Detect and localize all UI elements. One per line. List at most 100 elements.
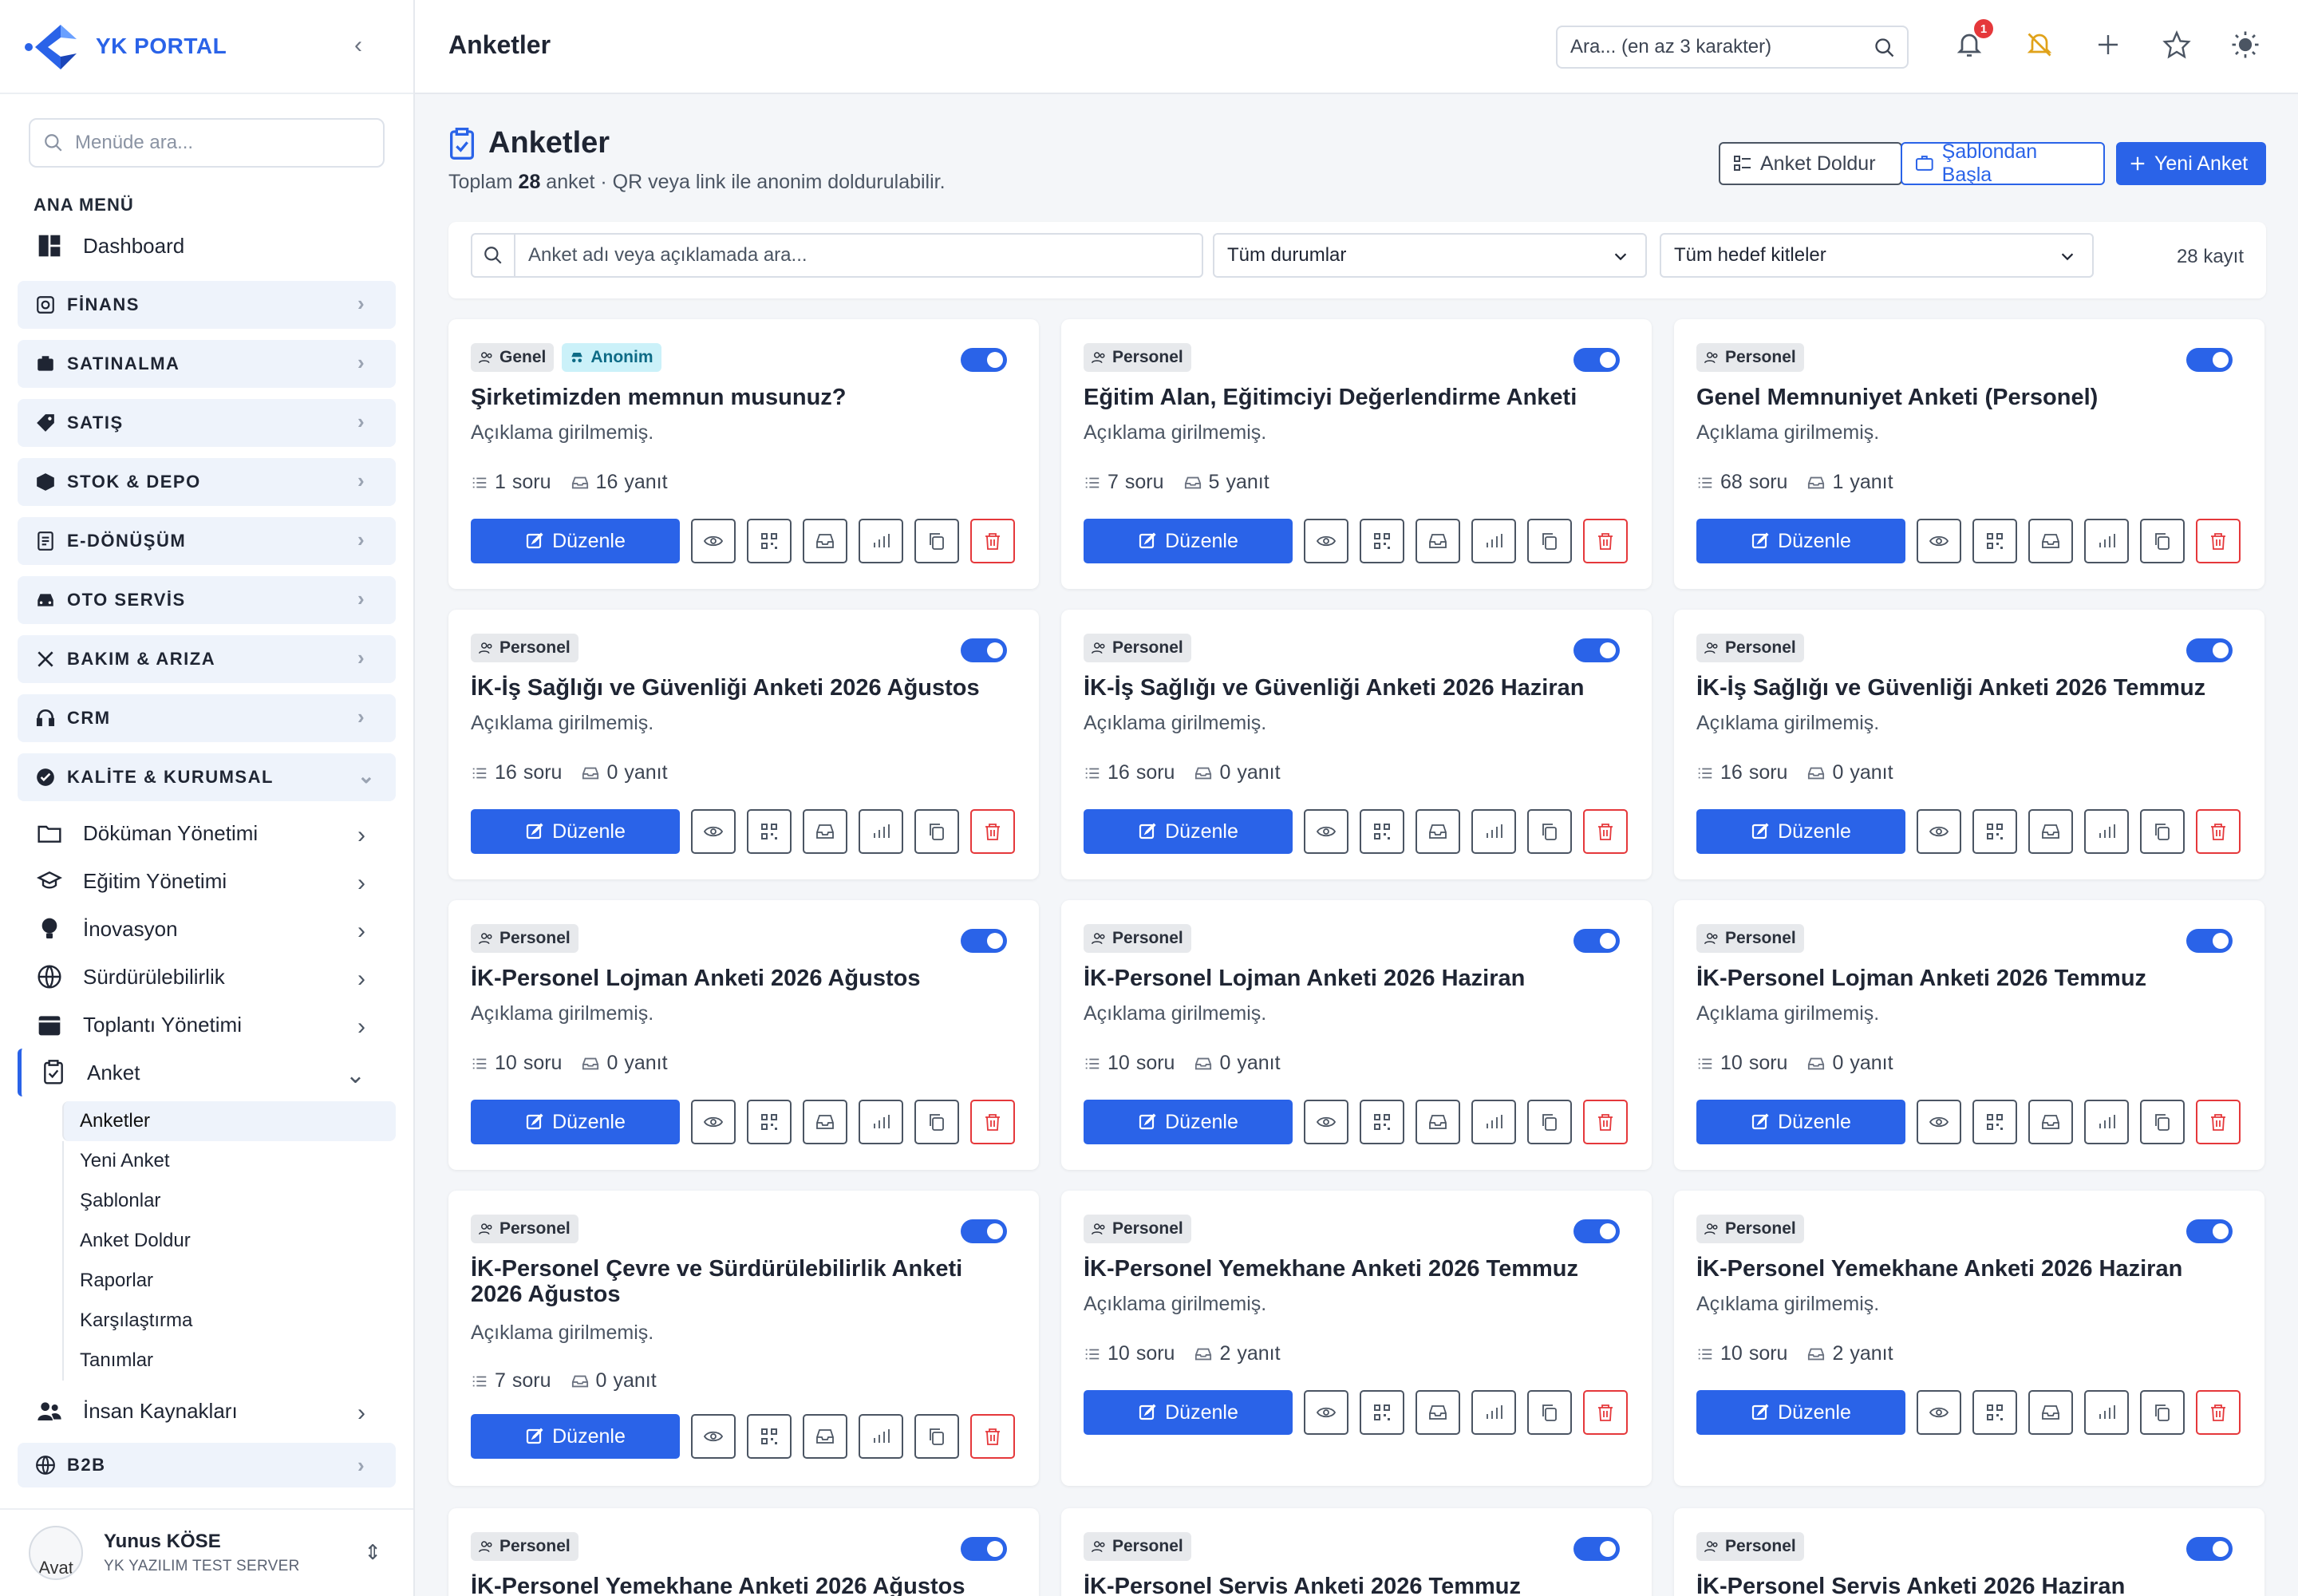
report-button[interactable] [1471, 1100, 1516, 1144]
preview-button[interactable] [691, 1100, 736, 1144]
duplicate-button[interactable] [1527, 809, 1572, 854]
report-button[interactable] [859, 809, 903, 854]
responses-button[interactable] [2028, 1390, 2073, 1435]
survey-title[interactable]: İK-Personel Çevre ve Sürdürülebilirlik A… [471, 1256, 1017, 1307]
survey-title[interactable]: İK-İş Sağlığı ve Güvenliği Anketi 2026 H… [1084, 675, 1629, 701]
delete-button[interactable] [1583, 519, 1628, 563]
survey-title[interactable]: İK-Personel Lojman Anketi 2026 Temmuz [1696, 966, 2242, 991]
qr-code-button[interactable] [1972, 809, 2017, 854]
collapse-sidebar-icon[interactable]: ‹ [354, 34, 377, 57]
active-toggle[interactable] [2186, 348, 2233, 372]
report-button[interactable] [859, 1414, 903, 1459]
preview-button[interactable] [691, 519, 736, 563]
report-button[interactable] [859, 1100, 903, 1144]
delete-button[interactable] [970, 519, 1015, 563]
active-toggle[interactable] [961, 1219, 1007, 1243]
sidebar-group-kalite-kurumsal[interactable]: KALİTE & KURUMSAL ⌄ [18, 753, 396, 801]
active-toggle[interactable] [1573, 929, 1620, 953]
theme-toggle-button[interactable] [2231, 30, 2263, 62]
survey-title[interactable]: İK-Personel Yemekhane Anketi 2026 Hazira… [1696, 1256, 2242, 1282]
active-toggle[interactable] [1573, 348, 1620, 372]
duplicate-button[interactable] [2140, 1390, 2185, 1435]
active-toggle[interactable] [1573, 1537, 1620, 1561]
sidebar-group-finans[interactable]: FİNANS › [18, 281, 396, 329]
preview-button[interactable] [1304, 1390, 1348, 1435]
qr-code-button[interactable] [747, 1100, 792, 1144]
sidebar-group-crm[interactable]: CRM › [18, 694, 396, 742]
responses-button[interactable] [803, 519, 847, 563]
sidebar-group-satinalma[interactable]: SATINALMA › [18, 340, 396, 388]
audience-select[interactable]: Tüm hedef kitleler [1660, 233, 2094, 278]
delete-button[interactable] [970, 809, 1015, 854]
survey-title[interactable]: İK-Personel Lojman Anketi 2026 Haziran [1084, 966, 1629, 991]
duplicate-button[interactable] [914, 1414, 959, 1459]
qr-code-button[interactable] [1360, 809, 1404, 854]
report-button[interactable] [1471, 519, 1516, 563]
qr-code-button[interactable] [747, 809, 792, 854]
preview-button[interactable] [691, 809, 736, 854]
global-search-input[interactable]: Ara... (en az 3 karakter) [1556, 26, 1909, 69]
edit-button[interactable]: Düzenle [1696, 519, 1905, 563]
responses-button[interactable] [2028, 809, 2073, 854]
notification-bell[interactable]: 1 [1955, 19, 1993, 62]
duplicate-button[interactable] [914, 809, 959, 854]
sidebar-item-dashboard[interactable]: Dashboard [18, 222, 396, 270]
menu-search-input[interactable]: Menüde ara... [29, 118, 385, 168]
survey-search-input[interactable]: Anket adı veya açıklamada ara... [471, 233, 1203, 278]
active-toggle[interactable] [961, 929, 1007, 953]
qr-code-button[interactable] [747, 1414, 792, 1459]
preview-button[interactable] [1917, 1100, 1961, 1144]
survey-title[interactable]: Eğitim Alan, Eğitimciyi Değerlendirme An… [1084, 385, 1629, 410]
sidebar-group-b2b[interactable]: B2B › [18, 1443, 396, 1487]
responses-button[interactable] [1416, 1390, 1460, 1435]
edit-button[interactable]: Düzenle [1696, 1390, 1905, 1435]
duplicate-button[interactable] [1527, 1100, 1572, 1144]
favorites-button[interactable] [2162, 30, 2194, 62]
qr-code-button[interactable] [1972, 1100, 2017, 1144]
edit-button[interactable]: Düzenle [1084, 519, 1293, 563]
survey-title[interactable]: Genel Memnuniyet Anketi (Personel) [1696, 385, 2242, 410]
edit-button[interactable]: Düzenle [471, 1414, 680, 1459]
sidebar-item-toplanti[interactable]: Toplantı Yönetimi › [18, 1001, 396, 1049]
preview-button[interactable] [691, 1414, 736, 1459]
responses-button[interactable] [1416, 1100, 1460, 1144]
responses-button[interactable] [1416, 809, 1460, 854]
sidebar-subitem-karsilastirma[interactable]: Karşılaştırma [62, 1301, 396, 1341]
active-toggle[interactable] [2186, 1219, 2233, 1243]
delete-button[interactable] [1583, 1100, 1628, 1144]
active-toggle[interactable] [961, 638, 1007, 662]
add-button[interactable] [2094, 30, 2126, 62]
report-button[interactable] [859, 519, 903, 563]
edit-button[interactable]: Düzenle [1696, 809, 1905, 854]
edit-button[interactable]: Düzenle [1084, 809, 1293, 854]
duplicate-button[interactable] [2140, 1100, 2185, 1144]
edit-button[interactable]: Düzenle [1084, 1100, 1293, 1144]
delete-button[interactable] [2196, 809, 2241, 854]
edit-button[interactable]: Düzenle [1084, 1390, 1293, 1435]
survey-title[interactable]: İK-Personel Servis Anketi 2026 Temmuz [1084, 1574, 1629, 1596]
edit-button[interactable]: Düzenle [471, 519, 680, 563]
duplicate-button[interactable] [914, 1100, 959, 1144]
delete-button[interactable] [2196, 1390, 2241, 1435]
user-profile[interactable]: Avat Yunus KÖSE YK YAZILIM TEST SERVER ⇕ [0, 1508, 413, 1596]
search-icon[interactable] [1874, 37, 1896, 59]
sidebar-group-bakim-ariza[interactable]: BAKIM & ARIZA › [18, 635, 396, 683]
status-select[interactable]: Tüm durumlar [1213, 233, 1647, 278]
survey-title[interactable]: İK-Personel Yemekhane Anketi 2026 Temmuz [1084, 1256, 1629, 1282]
qr-code-button[interactable] [747, 519, 792, 563]
new-survey-button[interactable]: Yeni Anket [2116, 142, 2266, 185]
responses-button[interactable] [1416, 519, 1460, 563]
sidebar-group-oto-servis[interactable]: OTO SERVİS › [18, 576, 396, 624]
active-toggle[interactable] [2186, 1537, 2233, 1561]
report-button[interactable] [2084, 519, 2129, 563]
sidebar-item-anket[interactable]: Anket ⌄ [18, 1049, 396, 1096]
mute-notifications-button[interactable] [2025, 30, 2057, 62]
duplicate-button[interactable] [2140, 519, 2185, 563]
sidebar-item-dokuman[interactable]: Döküman Yönetimi › [18, 809, 396, 857]
preview-button[interactable] [1304, 1100, 1348, 1144]
qr-code-button[interactable] [1972, 519, 2017, 563]
sidebar-subitem-anket-doldur[interactable]: Anket Doldur [62, 1221, 396, 1261]
report-button[interactable] [2084, 1100, 2129, 1144]
report-button[interactable] [1471, 809, 1516, 854]
delete-button[interactable] [2196, 519, 2241, 563]
